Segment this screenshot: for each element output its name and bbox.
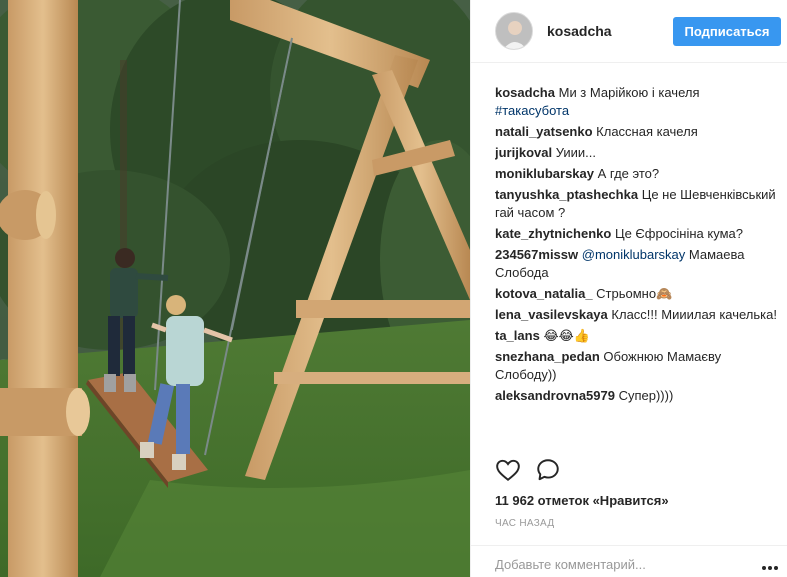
comment-username[interactable]: 234567missw — [495, 247, 578, 262]
comment-text: Стрьомно🙈 — [596, 286, 673, 301]
comment-text: 😂😂👍 — [543, 328, 591, 343]
comment-item: ta_lans 😂😂👍 — [495, 327, 780, 345]
comment-item: snezhana_pedan Обожнюю Мамаєву Слободу)) — [495, 348, 780, 384]
comment-item: natali_yatsenko Классная качеля — [495, 123, 780, 141]
comment-item: kotova_natalia_ Стрьомно🙈 — [495, 285, 780, 303]
comment-item: aleksandrovna5979 Супер)))) — [495, 387, 780, 405]
comment-item: 234567missw @moniklubarskay Мамаева Слоб… — [495, 246, 780, 282]
comment-username[interactable]: aleksandrovna5979 — [495, 388, 615, 403]
comment-text: Це Єфросініна кума? — [614, 226, 743, 241]
comment-username[interactable]: natali_yatsenko — [495, 124, 593, 139]
comment-text: Классная качеля — [596, 124, 698, 139]
add-comment-input[interactable] — [495, 555, 735, 573]
add-comment-section — [471, 545, 787, 577]
comment-item: jurijkoval Уиии... — [495, 144, 780, 162]
comment-text: Супер)))) — [618, 388, 674, 403]
comment-username[interactable]: kate_zhytnichenko — [495, 226, 611, 241]
post-photo[interactable] — [0, 0, 470, 577]
mention-link[interactable]: @moniklubarskay — [582, 247, 686, 262]
avatar[interactable] — [495, 12, 533, 50]
heart-icon[interactable] — [495, 457, 523, 485]
comment-username[interactable]: lena_vasilevskaya — [495, 307, 608, 322]
post-side-panel: kosadcha Подписаться kosadcha Ми з Марій… — [470, 0, 787, 577]
comment-text: А где это? — [597, 166, 660, 181]
hashtag-link[interactable]: #такасубота — [495, 103, 569, 118]
comment-username[interactable]: tanyushka_ptashechka — [495, 187, 638, 202]
post-time[interactable]: час назад — [495, 518, 554, 529]
comment-text: Класс!!! Мииилая качелька! — [611, 307, 777, 322]
comment-text: Уиии... — [555, 145, 596, 160]
comment-username[interactable]: moniklubarskay — [495, 166, 594, 181]
comment-username[interactable]: snezhana_pedan — [495, 349, 600, 364]
comment-username[interactable]: ta_lans — [495, 328, 540, 343]
comment-item: tanyushka_ptashechka Це не Шевченківськи… — [495, 186, 780, 222]
comment-username[interactable]: kotova_natalia_ — [495, 286, 593, 301]
comment-username[interactable]: jurijkoval — [495, 145, 552, 160]
comment-item: moniklubarskay А где это? — [495, 165, 780, 183]
comment-item: kosadcha Ми з Марійкою і качеля #такасуб… — [495, 84, 780, 120]
swing-photo-image — [0, 0, 470, 577]
post-header: kosadcha Подписаться — [471, 0, 787, 63]
avatar-image — [496, 13, 532, 49]
comments-list[interactable]: kosadcha Ми з Марійкою і качеля #такасуб… — [495, 84, 780, 446]
comment-bubble-icon[interactable] — [535, 457, 563, 485]
more-options-icon[interactable] — [761, 558, 779, 570]
comment-username[interactable]: kosadcha — [495, 85, 555, 100]
post-view: kosadcha Подписаться kosadcha Ми з Марій… — [0, 0, 787, 577]
follow-button[interactable]: Подписаться — [673, 17, 781, 46]
post-author-username[interactable]: kosadcha — [547, 23, 612, 39]
likes-count[interactable]: 11 962 отметок «Нравится» — [495, 493, 669, 508]
comment-text: Ми з Марійкою і качеля — [558, 85, 700, 100]
comment-item: kate_zhytnichenko Це Єфросініна кума? — [495, 225, 780, 243]
comment-item: lena_vasilevskaya Класс!!! Мииилая качел… — [495, 306, 780, 324]
